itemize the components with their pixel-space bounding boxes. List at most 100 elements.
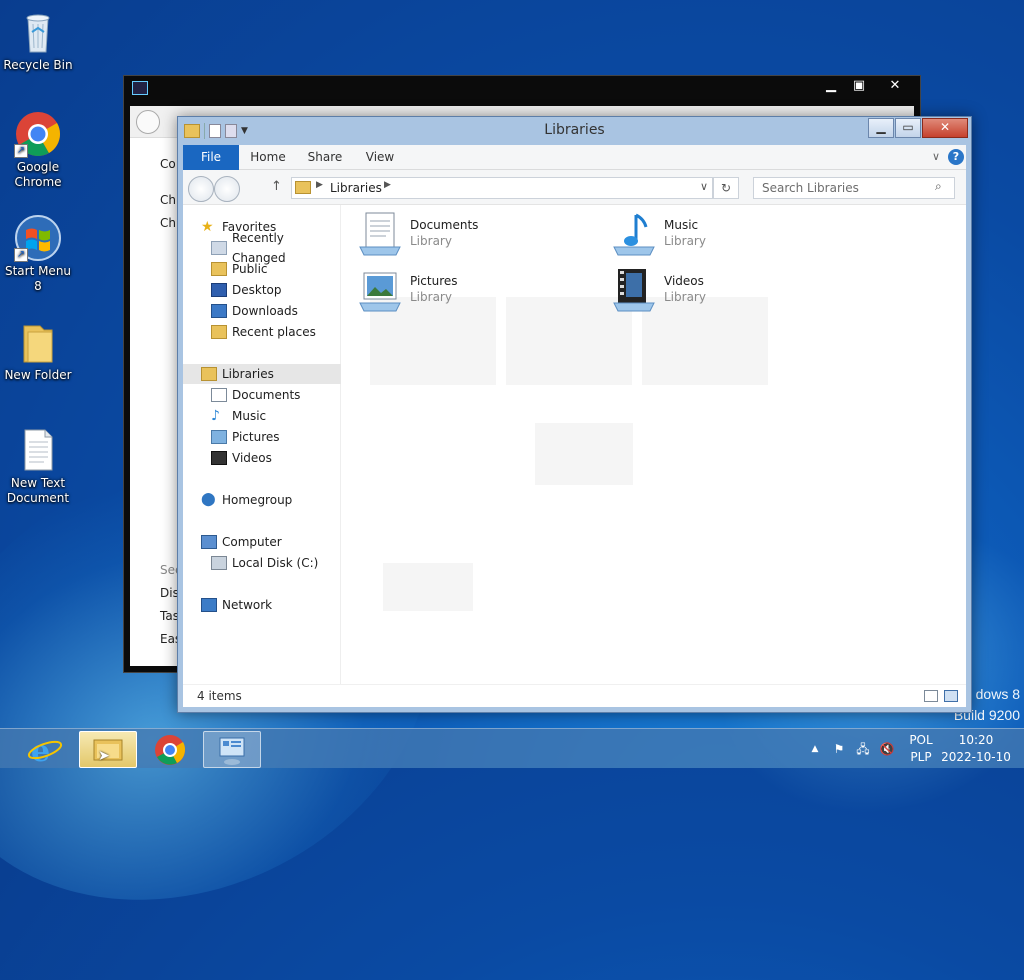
address-dropdown-icon[interactable]: ∨ [700, 180, 708, 193]
details-view-icon[interactable] [924, 690, 938, 702]
desktop-icon-new-folder[interactable]: New Folder [0, 318, 76, 383]
tile-name: Videos [664, 274, 704, 288]
nav-local-disk[interactable]: Local Disk (C:) [183, 553, 341, 573]
desktop-icon-new-text-document[interactable]: New Text Document [0, 426, 76, 506]
nav-label: Pictures [232, 430, 280, 444]
library-tile-documents[interactable]: Documents Library [356, 211, 596, 261]
volume-muted-icon[interactable]: 🔇 [878, 729, 896, 769]
bg-label: Ch [160, 193, 176, 207]
desktop-icon [211, 283, 227, 297]
desktop-icon-label: New Folder [4, 368, 72, 382]
nav-label: Downloads [232, 304, 298, 318]
desktop-icon-label: New Text Document [6, 476, 70, 505]
close-button[interactable]: ✕ [875, 76, 915, 96]
forward-button[interactable] [214, 176, 240, 202]
show-hidden-icons[interactable]: ▲ [808, 729, 822, 769]
network-icon [201, 598, 217, 612]
bg-label: Co [160, 157, 176, 171]
library-tile-videos[interactable]: Videos Library [610, 267, 850, 317]
nav-documents[interactable]: Documents [183, 385, 341, 405]
nav-downloads[interactable]: Downloads [183, 301, 341, 321]
status-bar: 4 items [183, 684, 966, 707]
libraries-icon [201, 367, 217, 381]
folder-icon [211, 262, 227, 276]
nav-recently-changed[interactable]: Recently Changed [183, 231, 341, 265]
taskbar-control-panel[interactable] [203, 731, 261, 768]
tile-type: Library [664, 234, 706, 248]
nav-music[interactable]: ♪ Music [183, 406, 341, 426]
tab-file[interactable]: File [183, 145, 239, 170]
clock-date: 2022-10-10 [941, 750, 1011, 764]
tile-type: Library [410, 234, 452, 248]
search-icon[interactable]: ⌕ [935, 179, 942, 194]
desktop-icon-start-menu-8[interactable]: ↗ Start Menu 8 [0, 214, 76, 294]
address-box[interactable]: ▶ Libraries ▶ ∨ [291, 177, 713, 199]
music-icon [610, 211, 658, 259]
desktop-icon-recycle-bin[interactable]: Recycle Bin [0, 8, 76, 73]
music-icon: ♪ [211, 408, 220, 424]
address-bar-row: ↑ ▶ Libraries ▶ ∨ ↻ Search Libraries ⌕ [183, 170, 966, 205]
title-bar[interactable]: ▼ Libraries ▁ ▭ ✕ [178, 117, 971, 145]
back-button[interactable] [136, 110, 160, 134]
nav-homegroup[interactable]: ⬤ Homegroup [183, 490, 341, 510]
library-tile-pictures[interactable]: Pictures Library [356, 267, 596, 317]
nav-label: Libraries [222, 367, 274, 381]
clock-time: 10:20 [958, 733, 994, 747]
tile-name: Documents [410, 218, 479, 232]
explorer-window[interactable]: ▼ Libraries ▁ ▭ ✕ File Home Share View ∨… [177, 116, 972, 713]
taskbar-google-chrome[interactable] [141, 731, 199, 768]
pictures-icon [211, 430, 227, 444]
nav-recent-places[interactable]: Recent places [183, 322, 341, 342]
navigation-pane: ★ Favorites Recently Changed Public Deskt… [183, 205, 341, 684]
close-button[interactable]: ✕ [922, 118, 968, 138]
app-icon [132, 81, 148, 95]
nav-videos[interactable]: Videos [183, 448, 341, 468]
nav-desktop[interactable]: Desktop [183, 280, 341, 300]
network-tray-icon[interactable]: 🖧 [854, 729, 872, 769]
nav-label: Music [232, 409, 267, 423]
expand-ribbon-icon[interactable]: ∨ [932, 150, 940, 163]
keyboard-layout: PLP [910, 750, 932, 764]
maximize-button[interactable]: ▭ [895, 118, 921, 138]
maximize-button[interactable]: ▣ [845, 76, 873, 96]
star-icon: ★ [201, 219, 214, 235]
tile-type: Library [410, 290, 452, 304]
disk-icon [211, 556, 227, 570]
nav-computer[interactable]: Computer [183, 532, 341, 552]
search-input[interactable]: Search Libraries [753, 177, 955, 199]
large-icons-view-icon[interactable] [944, 690, 958, 702]
back-button[interactable] [188, 176, 214, 202]
minimize-button[interactable]: ▁ [868, 118, 894, 138]
ribbon-tabs: File Home Share View ∨ ? [183, 145, 966, 170]
taskbar-file-explorer[interactable]: ➤ [79, 731, 137, 768]
tab-home[interactable]: Home [245, 145, 291, 170]
explorer-content: ★ Favorites Recently Changed Public Deskt… [183, 205, 966, 684]
chevron-right-icon: ▶ [316, 180, 323, 190]
desktop-icon-label: Google Chrome [14, 160, 62, 189]
nav-label: Local Disk (C:) [232, 556, 319, 570]
breadcrumb[interactable]: Libraries [330, 181, 382, 195]
input-language[interactable]: POL PLP [902, 729, 940, 769]
nav-libraries[interactable]: Libraries [183, 364, 341, 384]
item-count: 4 items [197, 689, 242, 703]
chevron-right-icon[interactable]: ▶ [384, 180, 391, 190]
nav-label: Public [232, 262, 268, 276]
up-arrow-icon[interactable]: ↑ [271, 179, 282, 194]
refresh-icon[interactable]: ↻ [713, 177, 739, 199]
nav-pictures[interactable]: Pictures [183, 427, 341, 447]
bg-label[interactable]: Dis [160, 586, 179, 600]
tab-share[interactable]: Share [303, 145, 347, 170]
videos-icon [610, 267, 658, 315]
library-tile-music[interactable]: Music Library [610, 211, 850, 261]
nav-public[interactable]: Public [183, 259, 341, 279]
desktop-icon-google-chrome[interactable]: ↗ Google Chrome [0, 110, 76, 190]
minimize-button[interactable]: ▁ [817, 76, 845, 96]
clock[interactable]: 10:20 2022-10-10 [940, 729, 1012, 769]
nav-network[interactable]: Network [183, 595, 341, 615]
tab-view[interactable]: View [359, 145, 401, 170]
tile-name: Music [664, 218, 699, 232]
nav-label: Videos [232, 451, 272, 465]
help-icon[interactable]: ? [948, 149, 964, 165]
action-center-icon[interactable]: ⚑ [830, 729, 848, 769]
taskbar-internet-explorer[interactable]: e [16, 731, 74, 769]
